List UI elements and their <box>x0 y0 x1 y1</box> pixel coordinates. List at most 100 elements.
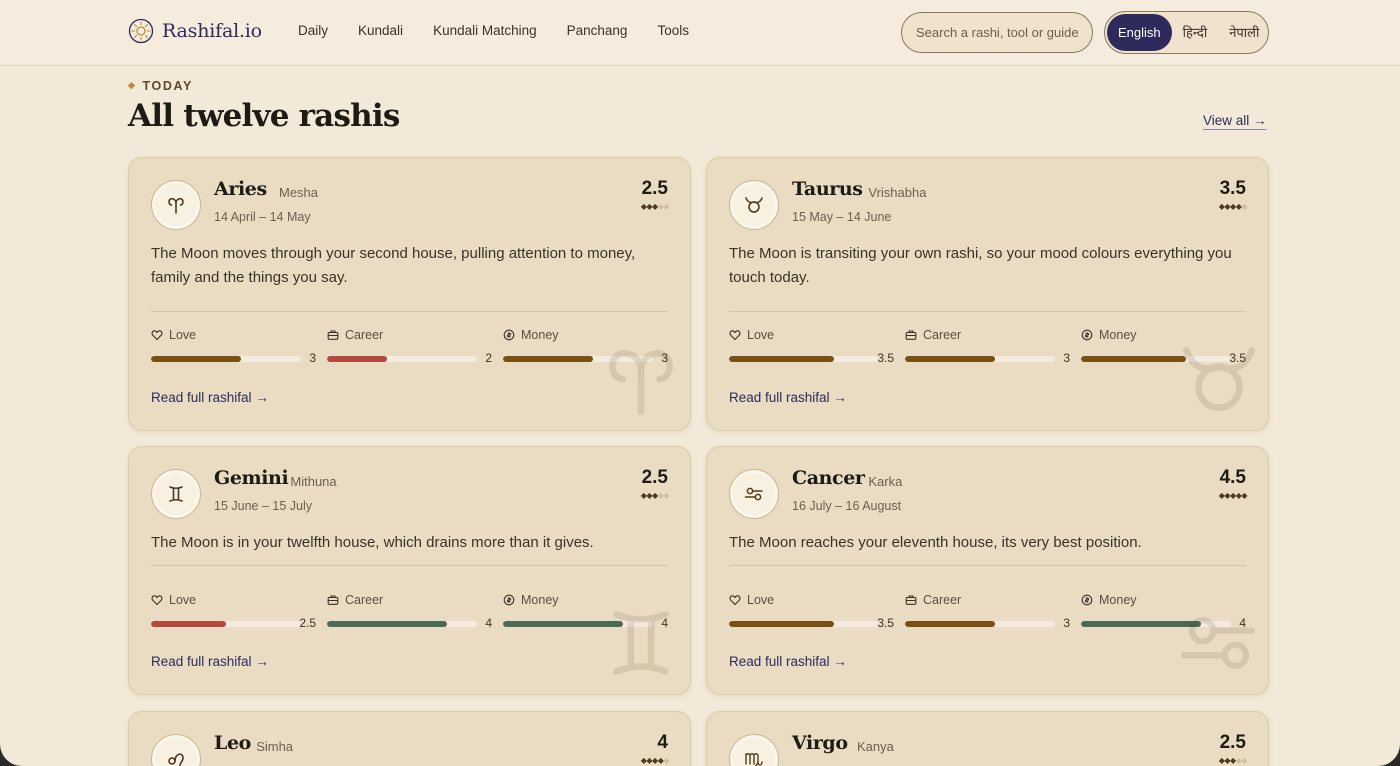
lang-english[interactable]: English <box>1107 14 1172 51</box>
rashi-dates: 15 June – 15 July <box>214 499 312 513</box>
zodiac-badge <box>729 469 779 519</box>
rashi-card-aries[interactable]: Aries Mesha 14 April – 14 May 2.5 ◆ ◆ ◆ ◆ ◆ The M… <box>128 157 691 431</box>
metric-label: Love <box>151 328 316 342</box>
rashi-alt-name: Mesha <box>279 185 319 200</box>
rashi-score: 3.5 <box>1219 178 1246 199</box>
card-divider <box>729 311 1246 312</box>
metric-love: Love 3.5 <box>729 328 894 365</box>
rashi-alt-name: Kanya <box>857 739 894 754</box>
read-full-rashifal-link[interactable]: Read full rashifal → <box>729 390 847 405</box>
metric-name: Career <box>923 593 962 607</box>
rashi-score: 4.5 <box>1219 467 1246 488</box>
metric-name: Money <box>521 328 559 342</box>
coin-icon <box>1081 329 1093 341</box>
nav-tools[interactable]: Tools <box>657 23 689 38</box>
rashi-name: Leo <box>214 732 251 754</box>
metric-label: Career <box>905 593 1070 607</box>
rating-diamonds: ◆ ◆ ◆ ◆ ◆ <box>641 202 670 211</box>
bar-track <box>151 621 301 627</box>
nav-daily[interactable]: Daily <box>298 23 328 38</box>
rashi-card-gemini[interactable]: Gemini Mithuna 15 June – 15 July 2.5 ◆ ◆ ◆ ◆ ◆ Th… <box>128 446 691 695</box>
metric-value: 3 <box>1063 351 1070 365</box>
metric-love: Love 3.5 <box>729 593 894 630</box>
rashi-score: 2.5 <box>641 467 668 488</box>
main-nav: Daily Kundali Kundali Matching Panchang … <box>298 23 719 38</box>
bar-fill <box>729 356 834 362</box>
logo[interactable]: Rashifal.io <box>128 18 262 44</box>
metric-bar: 3.5 <box>729 351 894 365</box>
view-all-link[interactable]: View all → <box>1203 113 1267 128</box>
diamond-icon: ◆ <box>128 80 137 90</box>
metric-bar: 3.5 <box>729 616 894 630</box>
heart-icon <box>729 595 741 606</box>
metric-value: 3 <box>1063 616 1070 630</box>
briefcase-icon <box>327 330 339 340</box>
metric-bar: 3 <box>905 351 1070 365</box>
briefcase-icon <box>327 595 339 605</box>
briefcase-icon <box>905 330 917 340</box>
read-full-rashifal-link[interactable]: Read full rashifal → <box>151 390 269 405</box>
rashi-dates: 16 July – 16 August <box>792 499 902 513</box>
section-title: All twelve rashis <box>128 98 400 134</box>
rating-diamond-icon: ◆ <box>1241 756 1247 765</box>
eyebrow-text: TODAY <box>142 79 193 93</box>
rashi-card-taurus[interactable]: Taurus Vrishabha 15 May – 14 June 3.5 ◆ ◆ ◆ ◆ ◆ T… <box>706 157 1269 431</box>
cancer-icon <box>744 487 763 501</box>
rashi-name: Virgo <box>792 732 848 754</box>
metric-name: Love <box>169 328 197 342</box>
zodiac-badge <box>151 469 201 519</box>
zodiac-watermark-icon <box>609 350 673 415</box>
bar-track <box>905 356 1055 362</box>
zodiac-badge <box>729 734 779 766</box>
read-full-rashifal-link[interactable]: Read full rashifal → <box>151 654 269 669</box>
rashi-name: Aries <box>214 178 267 200</box>
section-eyebrow: ◆ TODAY <box>128 79 193 93</box>
coin-icon <box>1081 594 1093 606</box>
metric-name: Career <box>923 328 962 342</box>
read-full-rashifal-link[interactable]: Read full rashifal → <box>729 654 847 669</box>
rashi-summary: The Moon reaches your eleventh house, it… <box>729 534 1142 551</box>
rating-diamonds: ◆ ◆ ◆ ◆ ◆ <box>1219 756 1248 765</box>
bar-track <box>327 356 477 362</box>
bar-track <box>327 621 477 627</box>
card-divider <box>151 565 668 566</box>
bar-fill <box>327 621 447 627</box>
rating-diamond-icon: ◆ <box>663 756 669 765</box>
bar-track <box>729 621 879 627</box>
metric-name: Money <box>1099 328 1137 342</box>
metric-name: Money <box>1099 593 1137 607</box>
bar-fill <box>327 356 387 362</box>
rashi-card-virgo[interactable]: Virgo Kanya 2.5 ◆ ◆ ◆ ◆ ◆ <box>706 711 1269 766</box>
aries-icon <box>168 197 184 214</box>
nav-kundali-matching[interactable]: Kundali Matching <box>433 23 537 38</box>
metric-value: 2.5 <box>299 616 316 630</box>
metric-value: 2 <box>485 351 492 365</box>
site-header: Rashifal.io Daily Kundali Kundali Matchi… <box>0 0 1400 66</box>
nav-panchang[interactable]: Panchang <box>567 23 628 38</box>
rashi-summary: The Moon is in your twelfth house, which… <box>151 534 594 551</box>
rashi-name: Cancer <box>792 467 865 489</box>
rashi-name: Gemini <box>214 467 289 489</box>
metric-label: Love <box>729 593 894 607</box>
metric-bar: 2 <box>327 351 492 365</box>
bar-track <box>905 621 1055 627</box>
rashi-summary: The Moon is transiting your own rashi, s… <box>729 245 1232 286</box>
rating-diamonds: ◆ ◆ ◆ ◆ ◆ <box>1219 491 1248 500</box>
rashi-alt-name: Karka <box>868 474 903 489</box>
zodiac-watermark-icon <box>613 611 669 675</box>
zodiac-watermark-icon <box>1183 347 1255 411</box>
zodiac-badge <box>729 180 779 230</box>
rashi-card-leo[interactable]: Leo Simha 4 ◆ ◆ ◆ ◆ ◆ <box>128 711 691 766</box>
metric-bar: 3 <box>905 616 1070 630</box>
rating-diamonds: ◆ ◆ ◆ ◆ ◆ <box>1219 202 1248 211</box>
rashi-alt-name: Simha <box>256 739 294 754</box>
lang-hindi[interactable]: हिन्दी <box>1172 14 1219 51</box>
heart-icon <box>151 595 163 606</box>
lang-nepali[interactable]: नेपाली <box>1218 14 1270 51</box>
metric-value: 3.5 <box>877 616 894 630</box>
nav-kundali[interactable]: Kundali <box>358 23 403 38</box>
sun-logo-icon <box>128 18 154 44</box>
metric-label: Love <box>151 593 316 607</box>
search-input[interactable] <box>901 12 1093 53</box>
rashi-card-cancer[interactable]: Cancer Karka 16 July – 16 August 4.5 ◆ ◆ ◆ ◆ ◆ Th… <box>706 446 1269 695</box>
